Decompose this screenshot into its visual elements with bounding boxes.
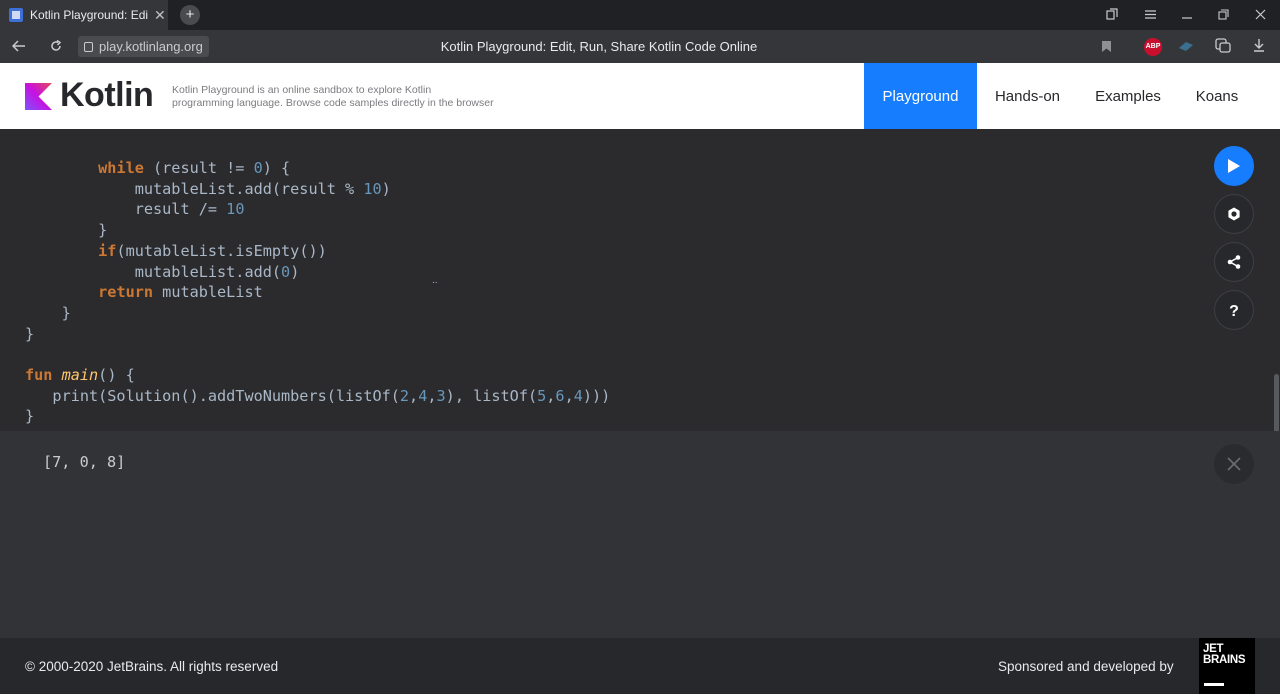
svg-text:?: ? bbox=[1229, 303, 1239, 318]
browser-tab-bar: Kotlin Playground: Edit, ✕ + bbox=[0, 0, 1280, 30]
sponsor-text: Sponsored and developed by bbox=[998, 659, 1174, 674]
copyright-text: © 2000-2020 JetBrains. All rights reserv… bbox=[25, 659, 279, 674]
hexagon-settings-icon bbox=[1228, 207, 1240, 221]
download-icon[interactable] bbox=[1253, 39, 1265, 52]
site-footer: © 2000-2020 JetBrains. All rights reserv… bbox=[0, 638, 1280, 694]
code-line[interactable]: fun main() { bbox=[25, 365, 610, 386]
output-panel: [7, 0, 8] bbox=[0, 431, 1280, 638]
jetbrains-logo-text: JET BRAINS bbox=[1203, 643, 1246, 666]
bookmark-icon[interactable] bbox=[1101, 40, 1112, 53]
collections-icon[interactable] bbox=[1106, 8, 1119, 21]
restore-icon[interactable] bbox=[1218, 9, 1229, 20]
share-icon bbox=[1227, 255, 1241, 269]
jetbrains-logo-bar bbox=[1204, 683, 1224, 686]
help-button[interactable]: ? bbox=[1214, 290, 1254, 330]
menu-icon[interactable] bbox=[1145, 9, 1156, 20]
play-icon bbox=[1228, 159, 1240, 173]
close-output-button[interactable] bbox=[1214, 444, 1254, 484]
screenshot-icon[interactable] bbox=[1215, 38, 1231, 53]
code-line[interactable]: while (result != 0) { bbox=[25, 158, 610, 179]
jetbrains-logo[interactable]: JET BRAINS bbox=[1199, 638, 1255, 694]
code-editor[interactable]: .. while (result != 0) { mutableList.add… bbox=[0, 129, 1280, 559]
close-icon bbox=[1227, 457, 1241, 471]
code-line[interactable]: } bbox=[25, 406, 610, 427]
nav-hands-on[interactable]: Hands-on bbox=[977, 63, 1078, 129]
code-line[interactable] bbox=[25, 344, 610, 365]
code-text[interactable]: while (result != 0) { mutableList.add(re… bbox=[25, 158, 610, 427]
tab-close-icon[interactable]: ✕ bbox=[154, 7, 166, 24]
nav-examples[interactable]: Examples bbox=[1078, 63, 1178, 129]
share-button[interactable] bbox=[1214, 242, 1254, 282]
code-line[interactable]: print(Solution().addTwoNumbers(listOf(2,… bbox=[25, 386, 610, 407]
code-line[interactable]: if(mutableList.isEmpty()) bbox=[25, 241, 610, 262]
tab-title: Kotlin Playground: Edit, bbox=[30, 8, 148, 22]
brand-name[interactable]: Kotlin bbox=[60, 76, 154, 115]
tagline-line-2: programming language. Browse code sample… bbox=[172, 97, 494, 109]
kotlin-logo-icon[interactable] bbox=[25, 83, 52, 110]
nav-playground[interactable]: Playground bbox=[864, 63, 977, 129]
adblock-icon[interactable]: ABP bbox=[1144, 38, 1162, 56]
code-line[interactable]: return mutableList bbox=[25, 282, 610, 303]
code-line[interactable]: mutableList.add(0) bbox=[25, 262, 610, 283]
code-line[interactable]: mutableList.add(result % 10) bbox=[25, 179, 610, 200]
site-header: Kotlin Kotlin Playground is an online sa… bbox=[0, 63, 1280, 129]
code-line[interactable]: result /= 10 bbox=[25, 199, 610, 220]
extension-icon[interactable] bbox=[1178, 40, 1194, 52]
nav-koans[interactable]: Koans bbox=[1178, 63, 1256, 129]
code-line[interactable]: } bbox=[25, 303, 610, 324]
window-close-icon[interactable] bbox=[1255, 9, 1266, 20]
minimize-icon[interactable] bbox=[1182, 10, 1192, 20]
favicon-icon bbox=[9, 8, 23, 22]
new-tab-button[interactable]: + bbox=[180, 5, 200, 25]
browser-tab[interactable]: Kotlin Playground: Edit, ✕ bbox=[0, 0, 168, 30]
site-tagline: Kotlin Playground is an online sandbox t… bbox=[172, 84, 572, 110]
jb-line-2: BRAINS bbox=[1203, 654, 1246, 666]
address-bar: play.kotlinlang.org Kotlin Playground: E… bbox=[0, 30, 1280, 63]
run-button[interactable] bbox=[1214, 146, 1254, 186]
browser-page-title: Kotlin Playground: Edit, Run, Share Kotl… bbox=[440, 39, 758, 54]
settings-button[interactable] bbox=[1214, 194, 1254, 234]
question-icon: ? bbox=[1229, 303, 1239, 318]
code-line[interactable]: } bbox=[25, 220, 610, 241]
tagline-line-1: Kotlin Playground is an online sandbox t… bbox=[172, 84, 432, 96]
output-text: [7, 0, 8] bbox=[43, 453, 126, 471]
code-line[interactable]: } bbox=[25, 324, 610, 345]
